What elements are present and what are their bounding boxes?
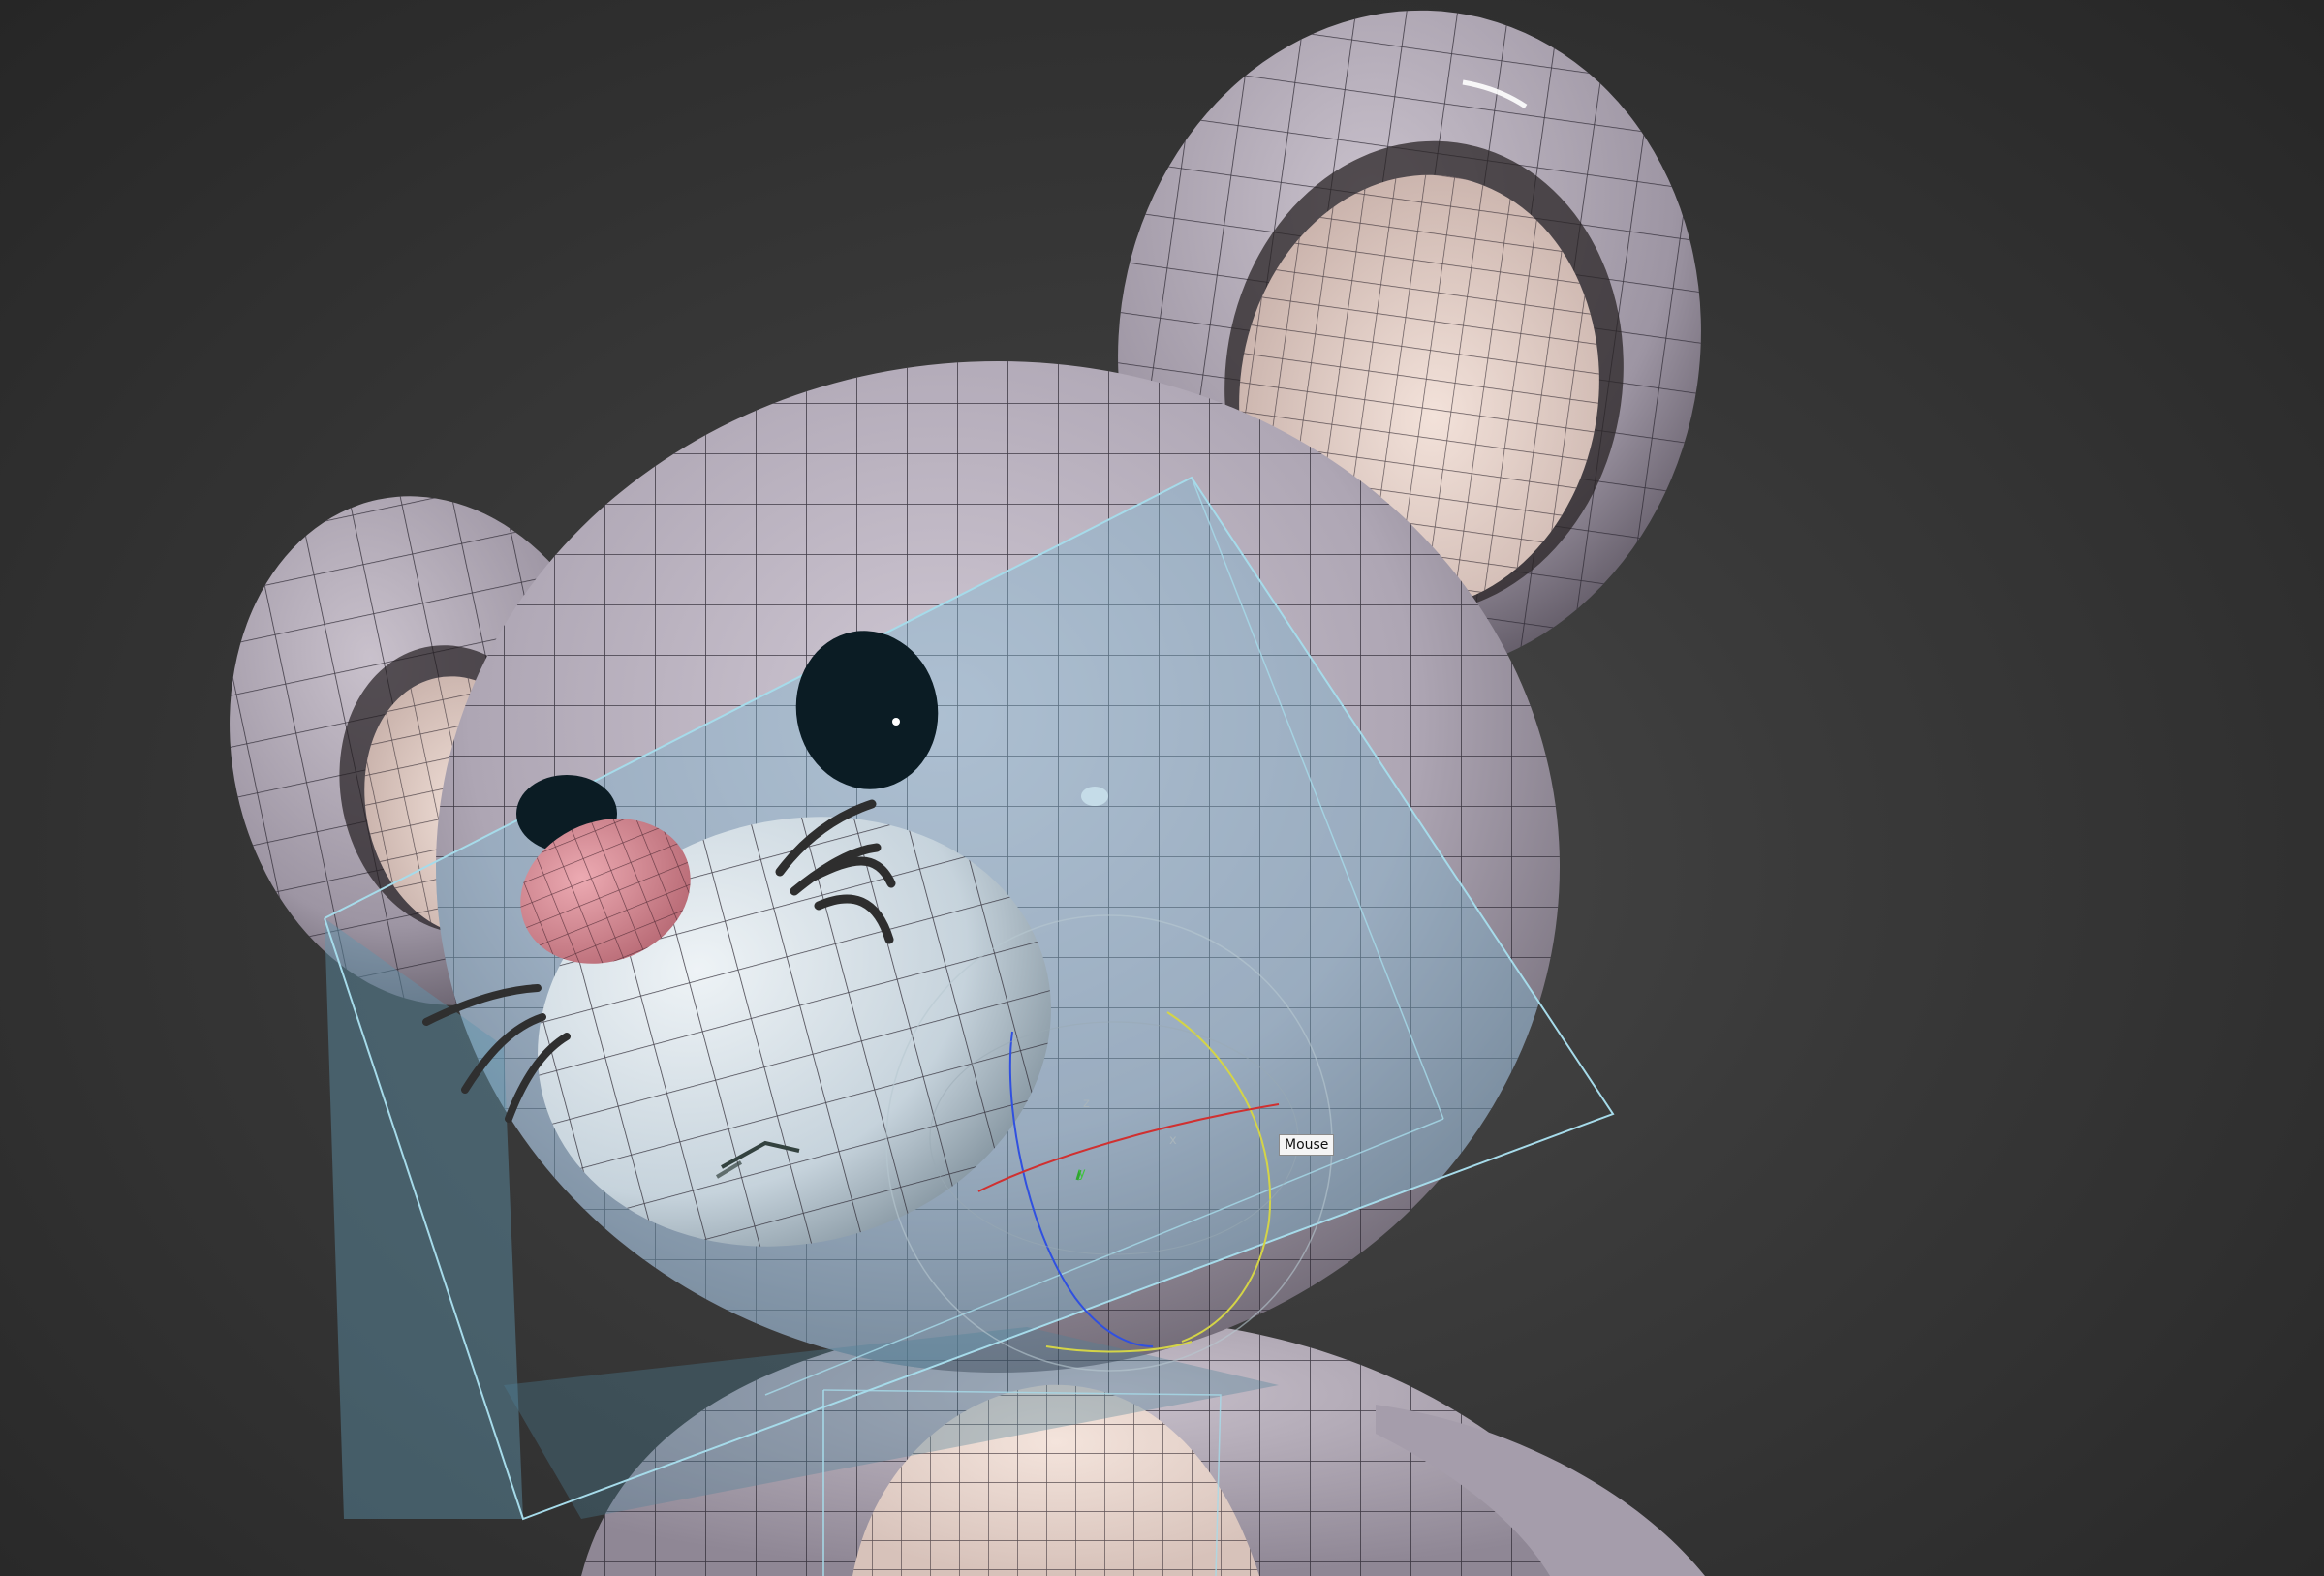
scene-canvas[interactable]: z x y xyxy=(0,0,2324,1576)
3d-viewport[interactable]: z x y Mouse xyxy=(0,0,2324,1576)
gizmo-y-label: y xyxy=(1078,1166,1086,1181)
gizmo-z-label: z xyxy=(1083,1097,1090,1111)
gizmo-x-label: x xyxy=(1169,1133,1177,1148)
object-name-tooltip: Mouse xyxy=(1279,1134,1335,1156)
